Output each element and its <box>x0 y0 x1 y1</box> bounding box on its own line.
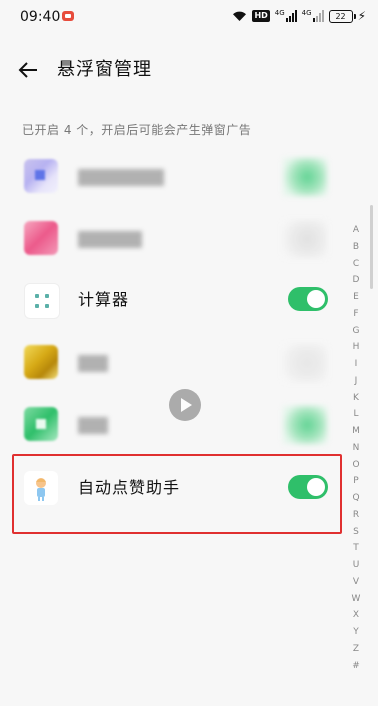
index-letter[interactable]: C <box>348 256 364 273</box>
index-letter[interactable]: X <box>348 607 364 624</box>
app-icon <box>24 345 58 379</box>
scrollbar[interactable] <box>370 205 373 289</box>
app-name-redacted <box>78 231 142 248</box>
index-letter[interactable]: G <box>348 323 364 340</box>
toggle-redacted[interactable] <box>283 158 327 196</box>
status-time: 09:40 <box>20 9 61 25</box>
index-letter[interactable]: # <box>348 658 364 675</box>
calculator-icon <box>24 283 60 319</box>
index-letter[interactable]: T <box>348 540 364 557</box>
page-title: 悬浮窗管理 <box>57 59 152 80</box>
index-letter[interactable]: O <box>348 457 364 474</box>
section-label: 已开启 4 个，开启后可能会产生弹窗广告 <box>22 123 252 137</box>
toggle-redacted[interactable] <box>283 344 327 382</box>
toggle-redacted[interactable] <box>283 406 327 444</box>
app-name: 计算器 <box>78 290 130 309</box>
list-item[interactable] <box>0 145 340 207</box>
index-letter[interactable]: I <box>348 356 364 373</box>
app-icon <box>24 407 58 441</box>
index-letter[interactable]: K <box>348 390 364 407</box>
index-letter[interactable]: P <box>348 473 364 490</box>
index-letter[interactable]: W <box>348 591 364 608</box>
index-letter[interactable]: N <box>348 440 364 457</box>
index-letter[interactable]: L <box>348 406 364 423</box>
index-letter[interactable]: H <box>348 339 364 356</box>
index-letter[interactable]: S <box>348 524 364 541</box>
index-letter[interactable]: D <box>348 272 364 289</box>
list-item[interactable] <box>0 331 340 393</box>
index-letter[interactable]: E <box>348 289 364 306</box>
index-letter[interactable]: M <box>348 423 364 440</box>
index-letter[interactable]: R <box>348 507 364 524</box>
highlight-box <box>12 454 342 534</box>
play-button-icon[interactable] <box>169 389 201 421</box>
wifi-icon <box>232 10 247 22</box>
index-letter[interactable]: A <box>348 222 364 239</box>
index-letter[interactable]: U <box>348 557 364 574</box>
index-letter[interactable]: F <box>348 306 364 323</box>
app-name-redacted <box>78 355 108 372</box>
index-letter[interactable]: B <box>348 239 364 256</box>
signal-icon-1: 4G <box>275 10 297 22</box>
alphabet-index[interactable]: A B C D E F G H I J K L M N O P Q R S T U V W X Y Z # <box>348 222 364 674</box>
notification-icon <box>62 11 74 21</box>
list-item[interactable] <box>0 207 340 269</box>
list-item-calculator[interactable]: 计算器 <box>0 269 340 331</box>
app-icon <box>24 221 58 255</box>
toggle-redacted[interactable] <box>283 220 327 258</box>
index-letter[interactable]: Y <box>348 624 364 641</box>
status-bar: 09:40 HD 4G 4G 22 ⚡ <box>0 0 378 32</box>
status-icons: HD 4G 4G 22 ⚡ <box>232 8 366 24</box>
app-icon <box>24 159 58 193</box>
charging-icon: ⚡ <box>357 9 366 23</box>
signal-icon-2: 4G <box>302 10 324 22</box>
index-letter[interactable]: Q <box>348 490 364 507</box>
battery-icon: 22 <box>328 9 356 23</box>
calculator-toggle[interactable] <box>288 287 328 311</box>
back-arrow-icon[interactable] <box>17 58 41 82</box>
index-letter[interactable]: Z <box>348 641 364 658</box>
hd-voice-icon: HD <box>252 10 270 22</box>
index-letter[interactable]: V <box>348 574 364 591</box>
index-letter[interactable]: J <box>348 373 364 390</box>
app-name-redacted <box>78 417 108 434</box>
app-name-redacted <box>78 169 164 186</box>
